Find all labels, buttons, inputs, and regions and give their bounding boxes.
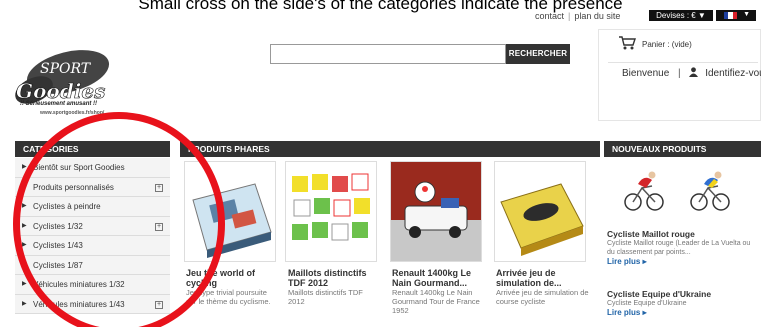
sitemap-link[interactable]: plan du site	[574, 11, 620, 21]
logo-line2: Goodies	[16, 79, 105, 103]
search-input[interactable]	[270, 44, 506, 64]
new-product-desc: Cycliste Equipe d'Ukraine	[607, 300, 687, 307]
product-info: Arrivée jeu de simulation de... Arrivée …	[496, 268, 590, 306]
logo-tagline: !! Sérieusement amusant !!	[20, 101, 98, 107]
cyclist-ukraine-image[interactable]	[690, 164, 730, 212]
welcome-separator: |	[678, 68, 681, 79]
signin-link[interactable]: Identifiez-vous	[705, 68, 761, 79]
product-info: Renault 1400kg Le Nain Gourmand... Renau…	[392, 268, 486, 315]
french-flag-icon	[724, 12, 737, 19]
new-product-title[interactable]: Cycliste Maillot rouge	[607, 229, 759, 239]
product-desc: Maillots distinctifs TDF 2012	[288, 288, 363, 306]
product-title[interactable]: Renault 1400kg Le Nain Gourmand...	[392, 268, 486, 288]
featured-header: PRODUITS PHARES	[180, 141, 600, 157]
chevron-down-icon: ▼	[743, 11, 750, 18]
car-image	[391, 162, 481, 261]
contact-link[interactable]: contact	[535, 11, 564, 21]
cart-icon[interactable]	[618, 35, 636, 51]
cart-divider	[608, 62, 758, 63]
product-info: Maillots distinctifs TDF 2012 Maillots d…	[288, 268, 380, 306]
currency-selector[interactable]: Devises : € ▼	[649, 10, 713, 21]
new-product-item: Cycliste Equipe d'Ukraine Cycliste Equip…	[607, 289, 759, 317]
product-image[interactable]	[494, 161, 586, 262]
product-title[interactable]: Arrivée jeu de simulation de...	[496, 268, 590, 288]
triangle-right-icon: ▶	[22, 300, 27, 307]
new-product-item: Cycliste Maillot rouge Cycliste Maillot …	[607, 229, 759, 266]
user-icon	[689, 67, 699, 77]
welcome-text: Bienvenue	[622, 68, 670, 79]
new-product-desc: Cycliste Maillot rouge (Leader de La Vue…	[607, 240, 751, 256]
product-image[interactable]	[390, 161, 482, 262]
new-product-title[interactable]: Cycliste Equipe d'Ukraine	[607, 289, 759, 299]
product-title[interactable]: Maillots distinctifs TDF 2012	[288, 268, 380, 288]
link-separator: |	[568, 11, 571, 21]
top-links: contact | plan du site	[535, 11, 620, 21]
annotation-caption: Small cross on the side's of the categor…	[138, 0, 623, 13]
annotation-circle	[13, 112, 225, 327]
search-button[interactable]: RECHERCHER	[506, 44, 570, 64]
new-products-header: NOUVEAUX PRODUITS	[604, 141, 761, 157]
product-desc: Arrivée jeu de simulation de course cycl…	[496, 288, 589, 306]
read-more-link[interactable]: Lire plus ▸	[607, 308, 759, 317]
welcome-bar: Bienvenue | Identifiez-vous	[622, 67, 761, 79]
jerseys-image	[292, 173, 370, 241]
board-game-image	[500, 183, 584, 256]
read-more-link[interactable]: Lire plus ▸	[607, 257, 759, 266]
cyclist-red-image[interactable]	[624, 164, 664, 212]
logo-line1: SPORT	[40, 61, 92, 77]
cart-label[interactable]: Panier : (vide)	[642, 40, 692, 49]
language-selector[interactable]: ▼	[716, 10, 756, 21]
product-desc: Renault 1400kg Le Nain Gourmand Tour de …	[392, 288, 480, 315]
product-image[interactable]	[285, 161, 377, 262]
